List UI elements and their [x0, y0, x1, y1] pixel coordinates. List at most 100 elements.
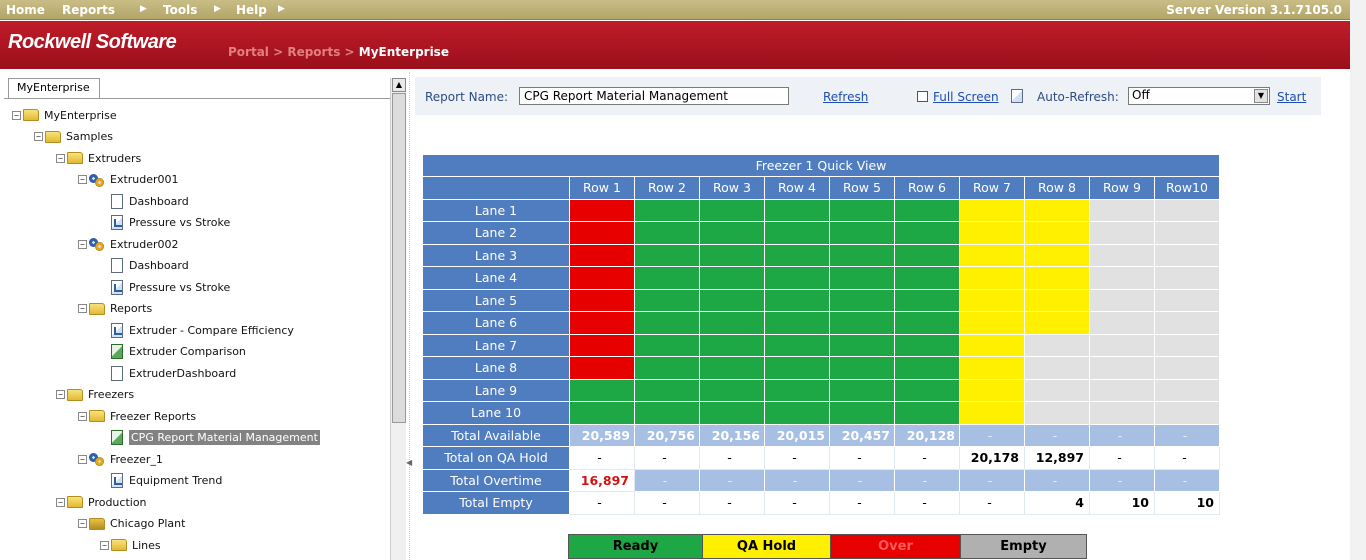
- total-value: 20,156: [699, 423, 765, 447]
- tree-node[interactable]: − Chicago Plant: [78, 515, 185, 533]
- tree-node[interactable]: − Production: [56, 493, 147, 511]
- bin-cell-ready: [699, 198, 765, 222]
- breadcrumb-portal[interactable]: Portal: [228, 45, 269, 59]
- total-value: -: [569, 491, 635, 515]
- collapse-toggle-icon[interactable]: −: [34, 132, 43, 141]
- legend-over: Over: [830, 534, 961, 559]
- tree-node[interactable]: Equipment Trend: [100, 472, 222, 490]
- tree-node[interactable]: Dashboard: [100, 257, 189, 275]
- tree-node[interactable]: − Extruder002: [78, 235, 179, 253]
- total-value: -: [1154, 468, 1220, 492]
- menu-help[interactable]: Help: [236, 3, 267, 17]
- total-value: -: [1154, 446, 1220, 470]
- total-value: -: [569, 446, 635, 470]
- total-value: -: [699, 446, 765, 470]
- full-screen-checkbox[interactable]: [917, 91, 928, 102]
- total-value: -: [1154, 423, 1220, 447]
- collapse-toggle-icon[interactable]: −: [78, 304, 87, 313]
- collapse-toggle-icon[interactable]: −: [78, 239, 87, 249]
- dropdown-arrow-icon[interactable]: ▼: [1254, 89, 1268, 103]
- bin-cell-over: [569, 333, 635, 357]
- navigation-scrollbar[interactable]: ▲: [390, 78, 406, 560]
- report-icon: [111, 473, 123, 488]
- menu-tools[interactable]: Tools: [163, 3, 197, 17]
- total-value: 20,756: [634, 423, 700, 447]
- tree-node[interactable]: − Freezers: [56, 386, 134, 404]
- lane-row: Lane 9: [422, 378, 1220, 402]
- breadcrumb-reports[interactable]: Reports: [287, 45, 340, 59]
- bin-cell-empty: [1024, 378, 1090, 402]
- bin-cell-ready: [894, 378, 960, 402]
- page-scrollbar[interactable]: [1350, 0, 1366, 560]
- tree-node[interactable]: Dashboard: [100, 192, 189, 210]
- tree-node[interactable]: − Lines: [100, 536, 161, 554]
- bin-cell-empty: [1154, 288, 1220, 312]
- refresh-link[interactable]: Refresh: [823, 90, 868, 104]
- tree-node[interactable]: CPG Report Material Management: [100, 429, 320, 447]
- tree-node[interactable]: − Reports: [78, 300, 152, 318]
- tree-node[interactable]: − Freezer_1: [78, 450, 163, 468]
- report-name-input[interactable]: CPG Report Material Management: [519, 87, 789, 105]
- column-header: Row 8: [1024, 176, 1090, 200]
- tree-node-label: Dashboard: [129, 259, 189, 272]
- report-icon: [111, 322, 123, 338]
- gear-icon: [89, 452, 105, 466]
- lane-label: Lane 3: [422, 243, 570, 267]
- bin-cell-ready: [634, 333, 700, 357]
- scrollbar-thumb[interactable]: [392, 93, 406, 423]
- collapse-toggle-icon[interactable]: −: [56, 153, 65, 163]
- bin-cell-ready: [764, 401, 830, 425]
- tree-node[interactable]: Extruder - Compare Efficiency: [100, 321, 294, 339]
- total-value: -: [1089, 446, 1155, 470]
- collapse-toggle-icon[interactable]: −: [56, 497, 65, 507]
- bin-cell-ready: [894, 198, 960, 222]
- total-value: -: [764, 468, 830, 492]
- collapse-toggle-icon[interactable]: −: [78, 454, 87, 464]
- collapse-toggle-icon[interactable]: −: [12, 110, 21, 120]
- bin-cell-qa-hold: [959, 401, 1025, 425]
- pane-splitter[interactable]: [409, 72, 410, 560]
- tree-node[interactable]: Pressure vs Stroke: [100, 278, 230, 296]
- tree-node[interactable]: − Extruders: [56, 149, 141, 167]
- collapse-arrow-icon[interactable]: ◀: [406, 458, 412, 467]
- total-value: 16,897: [569, 468, 635, 492]
- lane-label: Lane 9: [422, 378, 570, 402]
- tree-node-label: CPG Report Material Management: [129, 430, 320, 445]
- start-link[interactable]: Start: [1277, 90, 1306, 104]
- tree-node[interactable]: Extruder Comparison: [100, 343, 246, 361]
- bin-cell-empty: [1089, 356, 1155, 380]
- total-value: -: [699, 468, 765, 492]
- document-icon: [111, 365, 123, 381]
- auto-refresh-select[interactable]: Off ▼: [1128, 87, 1270, 105]
- bin-cell-ready: [699, 333, 765, 357]
- tree-node[interactable]: Pressure vs Stroke: [100, 214, 230, 232]
- bin-cell-qa-hold: [1024, 243, 1090, 267]
- full-screen-link[interactable]: Full Screen: [933, 90, 999, 104]
- lane-label: Lane 1: [422, 198, 570, 222]
- tree-node[interactable]: − Extruder001: [78, 171, 179, 189]
- total-label: Total Empty: [422, 491, 570, 515]
- tab-myenterprise[interactable]: MyEnterprise: [8, 78, 100, 98]
- folder-icon: [45, 130, 61, 143]
- tree-node[interactable]: ExtruderDashboard: [100, 364, 236, 382]
- bin-cell-empty: [1089, 266, 1155, 290]
- collapse-toggle-icon[interactable]: −: [78, 519, 87, 528]
- tree-node-label: Reports: [110, 302, 153, 315]
- report-icon: [111, 279, 123, 295]
- collapse-toggle-icon[interactable]: −: [100, 540, 109, 550]
- bin-cell-ready: [829, 401, 895, 425]
- menu-reports[interactable]: Reports: [62, 3, 115, 17]
- collapse-toggle-icon[interactable]: −: [78, 175, 87, 184]
- bin-cell-over: [569, 243, 635, 267]
- menu-home[interactable]: Home: [6, 3, 45, 17]
- scroll-up-icon[interactable]: ▲: [392, 78, 406, 92]
- tree-node[interactable]: − Freezer Reports: [78, 407, 196, 425]
- report-icon[interactable]: [1011, 89, 1023, 103]
- tree-node[interactable]: − Samples: [34, 128, 113, 146]
- tree-node[interactable]: − MyEnterprise: [12, 106, 117, 124]
- collapse-toggle-icon[interactable]: −: [56, 390, 65, 399]
- total-value: -: [959, 423, 1025, 447]
- collapse-toggle-icon[interactable]: −: [78, 411, 87, 421]
- bin-cell-empty: [1089, 288, 1155, 312]
- gear-icon: [89, 237, 105, 251]
